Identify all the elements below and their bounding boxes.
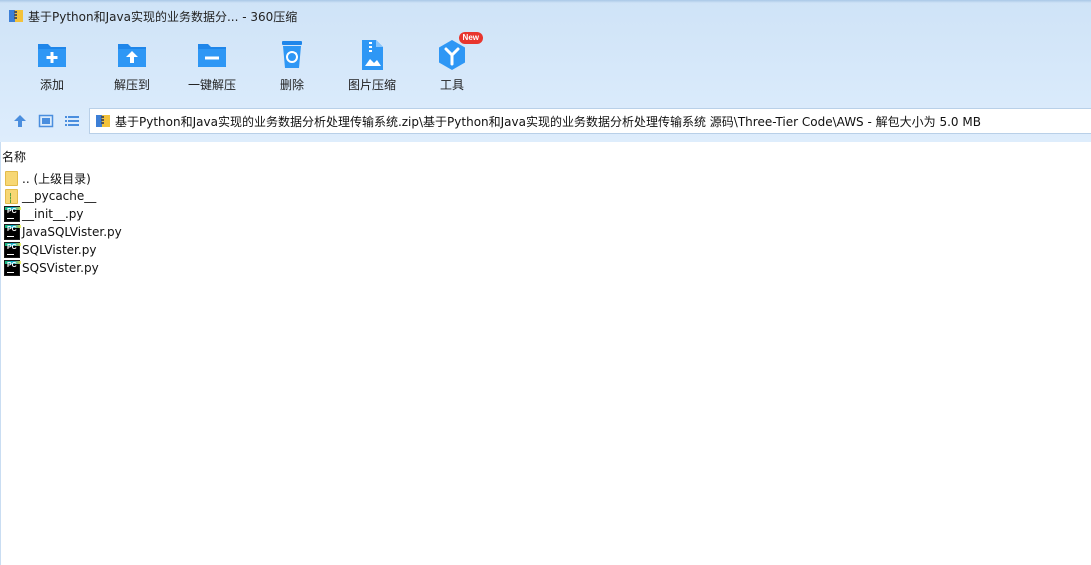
image-compress-button[interactable]: 图片压缩: [335, 38, 409, 98]
window-title: 基于Python和Java实现的业务数据分... - 360压缩: [28, 9, 298, 24]
one-click-extract-icon: [195, 38, 229, 72]
add-button[interactable]: 添加: [15, 38, 89, 98]
folder-icon: [4, 188, 20, 204]
recycle-bin-icon: [275, 38, 309, 72]
list-view-icon[interactable]: [64, 113, 80, 129]
extract-to-button[interactable]: 解压到: [95, 38, 169, 98]
tools-button[interactable]: New 工具: [415, 32, 489, 98]
title-bar: 基于Python和Java实现的业务数据分... - 360压缩: [0, 6, 800, 26]
up-arrow-icon[interactable]: [12, 113, 28, 129]
file-name: __pycache__: [22, 189, 97, 203]
navigation-row: 基于Python和Java实现的业务数据分析处理传输系统.zip\基于Pytho…: [0, 107, 1091, 135]
thumbnail-view-icon[interactable]: [38, 113, 54, 129]
column-header-name[interactable]: 名称: [1, 148, 1091, 164]
extract-to-icon: [115, 38, 149, 72]
pycharm-file-icon: PC: [4, 206, 21, 222]
file-name: .. (上级目录): [22, 171, 91, 186]
address-bar[interactable]: 基于Python和Java实现的业务数据分析处理传输系统.zip\基于Pytho…: [89, 108, 1091, 134]
list-item-sqsvister[interactable]: PC SQSVister.py: [4, 259, 122, 277]
tools-label: 工具: [439, 78, 464, 92]
add-file-icon: [35, 38, 69, 72]
column-header-label: 名称: [2, 150, 27, 164]
image-compress-label: 图片压缩: [347, 78, 396, 92]
image-compress-icon: [355, 38, 389, 72]
list-item-init[interactable]: PC __init__.py: [4, 205, 122, 223]
app-window: 基于Python和Java实现的业务数据分... - 360压缩 添加 解压到 …: [0, 0, 1091, 565]
window-chrome: 基于Python和Java实现的业务数据分... - 360压缩 添加 解压到 …: [0, 0, 1091, 142]
list-item-parent-directory[interactable]: .. (上级目录): [4, 169, 122, 187]
pycharm-file-icon: PC: [4, 260, 21, 276]
pycharm-file-icon: PC: [4, 224, 21, 240]
extract-to-label: 解压到: [113, 78, 150, 92]
archive-icon: [95, 113, 111, 129]
file-name: JavaSQLVister.py: [22, 225, 122, 239]
add-label: 添加: [39, 78, 64, 92]
list-item-javasqlvister[interactable]: PC JavaSQLVister.py: [4, 223, 122, 241]
delete-label: 删除: [279, 78, 304, 92]
file-name: SQSVister.py: [22, 261, 99, 275]
top-shadow: [0, 0, 1091, 3]
one-click-extract-label: 一键解压: [187, 78, 236, 92]
file-rows: .. (上级目录) __pycache__ PC __init__.py PC …: [4, 169, 122, 277]
list-item-pycache[interactable]: __pycache__: [4, 187, 122, 205]
file-name: SQLVister.py: [22, 243, 97, 257]
file-list: 名称 .. (上级目录) __pycache__ PC __init__.py …: [0, 142, 1091, 565]
list-item-sqlvister[interactable]: PC SQLVister.py: [4, 241, 122, 259]
one-click-extract-button[interactable]: 一键解压: [175, 38, 249, 98]
main-toolbar: 添加 解压到 一键解压 删除 图片压缩 New 工具: [0, 32, 520, 98]
file-name: __init__.py: [22, 207, 84, 221]
address-path: 基于Python和Java实现的业务数据分析处理传输系统.zip\基于Pytho…: [115, 114, 981, 129]
archive-app-icon: [8, 8, 24, 24]
pycharm-file-icon: PC: [4, 242, 21, 258]
folder-icon: [4, 170, 20, 186]
tools-icon: New: [435, 32, 483, 72]
delete-button[interactable]: 删除: [255, 38, 329, 98]
new-badge: New: [458, 32, 483, 44]
